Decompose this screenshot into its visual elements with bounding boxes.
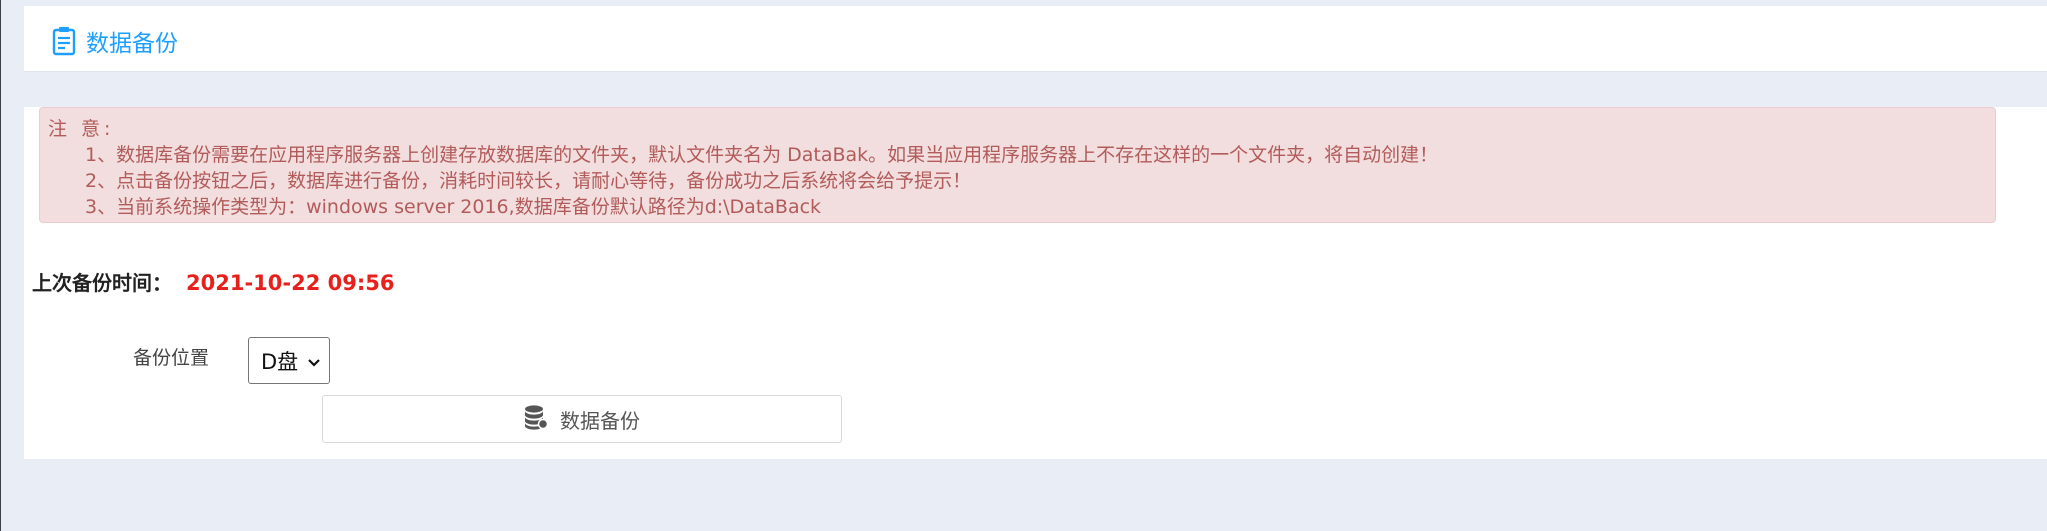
page-left-border <box>0 0 1 531</box>
notice-line-1: 1、数据库备份需要在应用程序服务器上创建存放数据库的文件夹，默认文件夹名为 Da… <box>85 144 1439 166</box>
notice-line-3: 3、当前系统操作类型为：windows server 2016,数据库备份默认路… <box>85 196 822 218</box>
page-title: 数据备份 <box>52 24 178 58</box>
page-header: 数据备份 <box>24 6 2047 72</box>
backup-location-select[interactable]: D盘 <box>248 337 330 384</box>
backup-location-label: 备份位置 <box>133 347 210 369</box>
database-icon <box>524 404 549 435</box>
data-backup-button[interactable]: 数据备份 <box>322 395 842 443</box>
chevron-down-icon <box>307 349 321 373</box>
last-backup-time: 2021-10-22 09:56 <box>186 271 395 295</box>
notice-line-2: 2、点击备份按钮之后，数据库进行备份，消耗时间较长，请耐心等待，备份成功之后系统… <box>85 170 972 192</box>
last-backup-info: 上次备份时间： 2021-10-22 09:56 <box>32 267 394 296</box>
page-title-text: 数据备份 <box>86 31 178 57</box>
data-backup-button-label: 数据备份 <box>560 408 640 433</box>
backup-location-value: D盘 <box>261 349 299 374</box>
content-panel: 注 意: 1、数据库备份需要在应用程序服务器上创建存放数据库的文件夹，默认文件夹… <box>24 107 2047 459</box>
notice-title: 注 意: <box>48 118 115 140</box>
last-backup-label: 上次备份时间： <box>32 271 172 295</box>
document-list-icon <box>52 26 76 56</box>
notice-alert: 注 意: 1、数据库备份需要在应用程序服务器上创建存放数据库的文件夹，默认文件夹… <box>39 107 1996 223</box>
